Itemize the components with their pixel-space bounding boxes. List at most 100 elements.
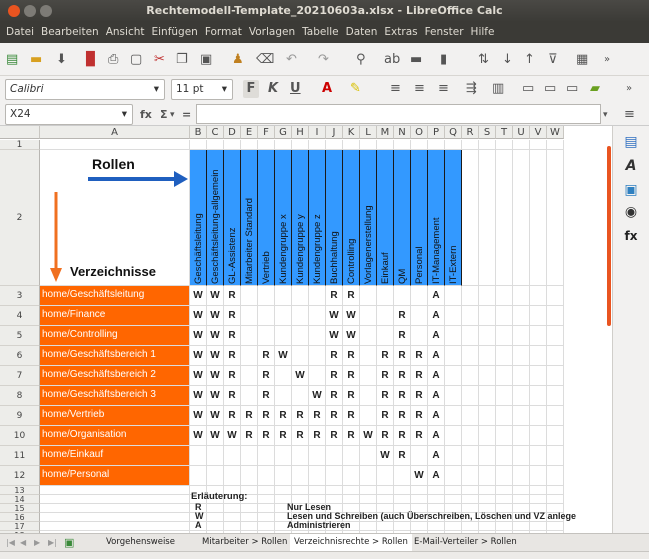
grid-cell[interactable] bbox=[479, 446, 496, 466]
grid-cell[interactable] bbox=[292, 306, 309, 326]
grid-cell[interactable] bbox=[241, 513, 258, 522]
grid-cell[interactable] bbox=[258, 522, 275, 531]
permission-cell[interactable]: R bbox=[411, 346, 428, 366]
permission-cell[interactable]: R bbox=[326, 426, 343, 446]
role-header[interactable]: Buchhaltung bbox=[326, 150, 343, 286]
sheet-tab[interactable]: E-Mail-Verteiler > Rollen bbox=[410, 534, 521, 551]
grid-cell[interactable] bbox=[513, 150, 530, 286]
grid-cell[interactable] bbox=[258, 495, 275, 504]
permission-cell[interactable]: W bbox=[326, 306, 343, 326]
row-header[interactable]: 1 bbox=[0, 140, 40, 150]
grid-cell[interactable] bbox=[445, 386, 462, 406]
grid-cell[interactable] bbox=[241, 504, 258, 513]
permission-cell[interactable]: R bbox=[258, 426, 275, 446]
grid-cell[interactable] bbox=[360, 286, 377, 306]
grid-cell[interactable] bbox=[258, 513, 275, 522]
grid-cell[interactable] bbox=[224, 522, 241, 531]
grid-cell[interactable] bbox=[394, 286, 411, 306]
grid-cell[interactable] bbox=[513, 140, 530, 150]
permission-cell[interactable]: W bbox=[275, 346, 292, 366]
grid-cell[interactable] bbox=[275, 306, 292, 326]
grid-cell[interactable] bbox=[530, 306, 547, 326]
grid-cell[interactable] bbox=[377, 140, 394, 150]
toolbar-overflow-icon[interactable]: » bbox=[604, 51, 610, 69]
permission-cell[interactable]: R bbox=[309, 426, 326, 446]
row-header[interactable]: 8 bbox=[0, 386, 40, 406]
menu-item[interactable]: Tabelle bbox=[302, 26, 339, 38]
grid-cell[interactable] bbox=[479, 466, 496, 486]
grid-cell[interactable] bbox=[530, 386, 547, 406]
grid-cell[interactable] bbox=[428, 522, 445, 531]
grid-cell[interactable] bbox=[411, 522, 428, 531]
add-sheet-icon[interactable]: ▣ bbox=[64, 534, 74, 551]
permission-cell[interactable]: W bbox=[190, 406, 207, 426]
grid-cell[interactable] bbox=[40, 486, 190, 495]
permission-cell[interactable]: W bbox=[326, 326, 343, 346]
row-header[interactable]: 17 bbox=[0, 522, 40, 531]
grid-cell[interactable] bbox=[547, 366, 564, 386]
permission-cell[interactable]: W bbox=[343, 306, 360, 326]
grid-cell[interactable] bbox=[513, 466, 530, 486]
grid-cell[interactable] bbox=[445, 326, 462, 346]
print-icon[interactable]: ⎙ bbox=[108, 51, 118, 69]
grid-cell[interactable] bbox=[479, 486, 496, 495]
permission-cell[interactable]: R bbox=[411, 406, 428, 426]
column-header[interactable]: M bbox=[377, 126, 394, 139]
permission-cell[interactable]: R bbox=[326, 286, 343, 306]
row-header[interactable]: 3 bbox=[0, 286, 40, 306]
open-folder-icon[interactable]: ▬ bbox=[30, 51, 42, 69]
permission-cell[interactable]: R bbox=[224, 386, 241, 406]
grid-cell[interactable] bbox=[496, 346, 513, 366]
grid-cell[interactable] bbox=[496, 326, 513, 346]
role-header[interactable]: IT-Management bbox=[428, 150, 445, 286]
grid-cell[interactable] bbox=[496, 426, 513, 446]
permission-cell[interactable]: W bbox=[309, 386, 326, 406]
functions-icon[interactable]: fx bbox=[621, 226, 641, 246]
permission-cell[interactable]: R bbox=[309, 406, 326, 426]
grid-cell[interactable] bbox=[275, 386, 292, 406]
grid-cell[interactable] bbox=[496, 286, 513, 306]
permission-cell[interactable]: A bbox=[428, 446, 445, 466]
grid-cell[interactable] bbox=[258, 326, 275, 346]
corner-cell[interactable] bbox=[0, 126, 40, 139]
directory-cell[interactable]: home/Geschäftsbereich 2 bbox=[40, 366, 190, 386]
column-header[interactable]: S bbox=[479, 126, 496, 139]
column-header[interactable]: L bbox=[360, 126, 377, 139]
grid-cell[interactable] bbox=[479, 386, 496, 406]
row-header[interactable]: 4 bbox=[0, 306, 40, 326]
grid-cell[interactable] bbox=[479, 306, 496, 326]
grid-cell[interactable] bbox=[292, 386, 309, 406]
grid-cell[interactable] bbox=[462, 446, 479, 466]
row-header[interactable]: 11 bbox=[0, 446, 40, 466]
underline-icon[interactable]: U bbox=[290, 80, 301, 98]
grid-cell[interactable] bbox=[547, 406, 564, 426]
grid-cell[interactable] bbox=[530, 426, 547, 446]
grid-cell[interactable] bbox=[275, 466, 292, 486]
toolbar-overflow-icon[interactable]: » bbox=[626, 80, 632, 98]
grid-cell[interactable] bbox=[377, 286, 394, 306]
minimize-window-button[interactable] bbox=[24, 5, 36, 17]
sort-icon[interactable]: ⇅ bbox=[478, 51, 489, 69]
row-header[interactable]: 12 bbox=[0, 466, 40, 486]
permission-cell[interactable]: R bbox=[394, 406, 411, 426]
grid-cell[interactable] bbox=[207, 140, 224, 150]
permission-cell[interactable]: W bbox=[377, 446, 394, 466]
permission-cell[interactable]: R bbox=[343, 426, 360, 446]
grid-cell[interactable] bbox=[292, 140, 309, 150]
permission-cell[interactable]: R bbox=[377, 426, 394, 446]
grid-cell[interactable] bbox=[207, 504, 224, 513]
grid-cell[interactable] bbox=[462, 306, 479, 326]
grid-cell[interactable] bbox=[462, 426, 479, 446]
gallery-icon[interactable]: ▣ bbox=[621, 180, 641, 200]
directory-cell[interactable]: home/Personal bbox=[40, 466, 190, 486]
grid-cell[interactable] bbox=[377, 306, 394, 326]
permission-cell[interactable]: R bbox=[275, 406, 292, 426]
permission-cell[interactable]: R bbox=[411, 366, 428, 386]
permission-cell[interactable]: R bbox=[224, 286, 241, 306]
permission-cell[interactable]: R bbox=[394, 426, 411, 446]
grid-cell[interactable] bbox=[190, 446, 207, 466]
row-icon[interactable]: ▬ bbox=[410, 51, 422, 69]
grid-cell[interactable] bbox=[377, 495, 394, 504]
row-header[interactable]: 14 bbox=[0, 495, 40, 504]
column-header[interactable]: N bbox=[394, 126, 411, 139]
